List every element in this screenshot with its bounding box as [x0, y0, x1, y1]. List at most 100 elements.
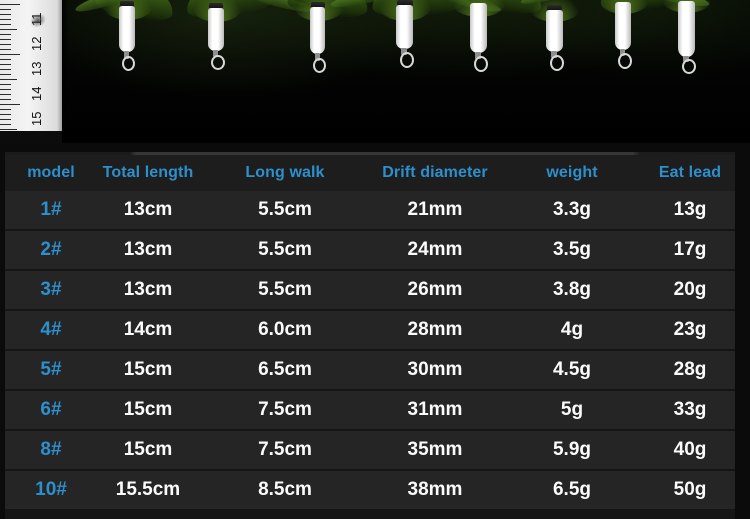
cell-total-length: 15.5cm — [97, 470, 199, 509]
ruler-tick — [0, 79, 17, 80]
cell-eat-lead: 13g — [645, 191, 735, 231]
cell-drift-diameter: 24mm — [371, 230, 499, 271]
ruler-tick — [0, 19, 11, 20]
spec-table-head: model Total length Long walk Drift diame… — [5, 155, 735, 191]
ruler-tick — [0, 4, 20, 5]
ruler-tick — [0, 59, 11, 60]
cell-weight: 4g — [499, 310, 645, 351]
table-row: 3# 13cm 5.5cm 26mm 3.8g 20g — [5, 270, 735, 311]
cell-eat-lead: 17g — [645, 230, 735, 271]
lure-eyelet — [400, 52, 414, 68]
cell-eat-lead: 28g — [645, 350, 735, 391]
ruler-tick — [0, 129, 17, 130]
lure-body — [310, 7, 325, 54]
cell-drift-diameter: 30mm — [371, 350, 499, 391]
table-row: 8# 15cm 7.5cm 35mm 5.9g 40g — [5, 430, 735, 471]
ruler-tick — [0, 44, 11, 45]
lure-eyelet — [550, 55, 564, 71]
column-header-weight: weight — [499, 155, 645, 191]
cell-drift-diameter: 35mm — [371, 430, 499, 471]
cell-model: 5# — [5, 350, 97, 391]
cell-model: 2# — [5, 230, 97, 271]
lure-eyelet — [211, 55, 225, 70]
column-header-model: model — [5, 155, 97, 191]
product-spec-page: 11 12 13 14 15 model Total length Long w… — [0, 0, 750, 519]
ruler-tick — [0, 64, 11, 65]
cell-model: 1# — [5, 191, 97, 231]
cell-long-walk: 5.5cm — [199, 191, 371, 231]
column-header-long-walk: Long walk — [199, 155, 371, 191]
cell-eat-lead: 33g — [645, 390, 735, 431]
cell-total-length: 13cm — [97, 270, 199, 311]
table-row: 10# 15.5cm 8.5cm 38mm 6.5g 50g — [5, 470, 735, 509]
cell-eat-lead: 20g — [645, 270, 735, 311]
product-photo: 11 12 13 14 15 — [0, 0, 750, 143]
lure-eyelet — [474, 56, 488, 72]
cell-model: 3# — [5, 270, 97, 311]
ruler-label-12: 12 — [29, 36, 44, 51]
cell-total-length: 13cm — [97, 191, 199, 231]
cell-long-walk: 6.5cm — [199, 350, 371, 391]
lure-body — [546, 10, 563, 52]
ruler-label-14: 14 — [29, 86, 44, 101]
ruler-tick — [0, 84, 11, 85]
ruler-shadow — [62, 0, 69, 131]
ruler-tick — [0, 109, 11, 110]
lure-body — [615, 2, 631, 50]
ruler-label-15: 15 — [29, 111, 44, 126]
ruler-tick — [0, 9, 11, 10]
table-row: 6# 15cm 7.5cm 31mm 5g 33g — [5, 390, 735, 431]
lure-body — [396, 5, 413, 49]
column-header-drift-diameter: Drift diameter — [371, 155, 499, 191]
ruler-tick — [0, 119, 11, 120]
ruler-tick — [0, 114, 11, 115]
lure-eyelet — [122, 56, 135, 71]
lure-body — [470, 3, 487, 53]
cell-total-length: 13cm — [97, 230, 199, 271]
lure-body — [119, 6, 135, 52]
cell-drift-diameter: 31mm — [371, 390, 499, 431]
cell-total-length: 15cm — [97, 350, 199, 391]
cell-weight: 5.9g — [499, 430, 645, 471]
ruler-tick — [0, 34, 11, 35]
column-header-total-length: Total length — [97, 155, 199, 191]
cell-long-walk: 5.5cm — [199, 270, 371, 311]
ruler-tick — [0, 29, 17, 30]
ruler: 11 12 13 14 15 — [0, 0, 62, 131]
lure-eyelet — [682, 59, 696, 74]
ruler-tick — [0, 39, 11, 40]
column-header-eat-lead: Eat lead — [645, 155, 735, 191]
lure-body — [208, 8, 224, 51]
ruler-tick — [0, 49, 11, 50]
cell-model: 4# — [5, 310, 97, 351]
cell-long-walk: 8.5cm — [199, 470, 371, 509]
ruler-tick — [0, 69, 11, 70]
spec-table: model Total length Long walk Drift diame… — [5, 155, 735, 509]
cell-long-walk: 5.5cm — [199, 230, 371, 271]
ruler-tick — [0, 24, 11, 25]
cell-weight: 3.3g — [499, 191, 645, 231]
lure-body — [678, 1, 695, 57]
ruler-base-shadow — [0, 131, 62, 143]
cell-model: 6# — [5, 390, 97, 431]
ruler-tick — [0, 54, 20, 55]
cell-long-walk: 7.5cm — [199, 390, 371, 431]
ruler-tick — [0, 99, 11, 100]
table-row: 1# 13cm 5.5cm 21mm 3.3g 13g — [5, 191, 735, 231]
cell-drift-diameter: 26mm — [371, 270, 499, 311]
cell-model: 8# — [5, 430, 97, 471]
cell-eat-lead: 50g — [645, 470, 735, 509]
table-header-row: model Total length Long walk Drift diame… — [5, 155, 735, 191]
ruler-tick — [0, 89, 11, 90]
cell-total-length: 15cm — [97, 390, 199, 431]
lure-eyelet — [313, 58, 326, 73]
lure-eyelet — [618, 53, 632, 69]
table-row: 5# 15cm 6.5cm 30mm 4.5g 28g — [5, 350, 735, 391]
cell-drift-diameter: 21mm — [371, 191, 499, 231]
cell-weight: 4.5g — [499, 350, 645, 391]
ruler-tick — [0, 74, 11, 75]
cell-weight: 5g — [499, 390, 645, 431]
cell-weight: 3.8g — [499, 270, 645, 311]
cell-eat-lead: 40g — [645, 430, 735, 471]
spec-table-container: model Total length Long walk Drift diame… — [5, 152, 735, 512]
